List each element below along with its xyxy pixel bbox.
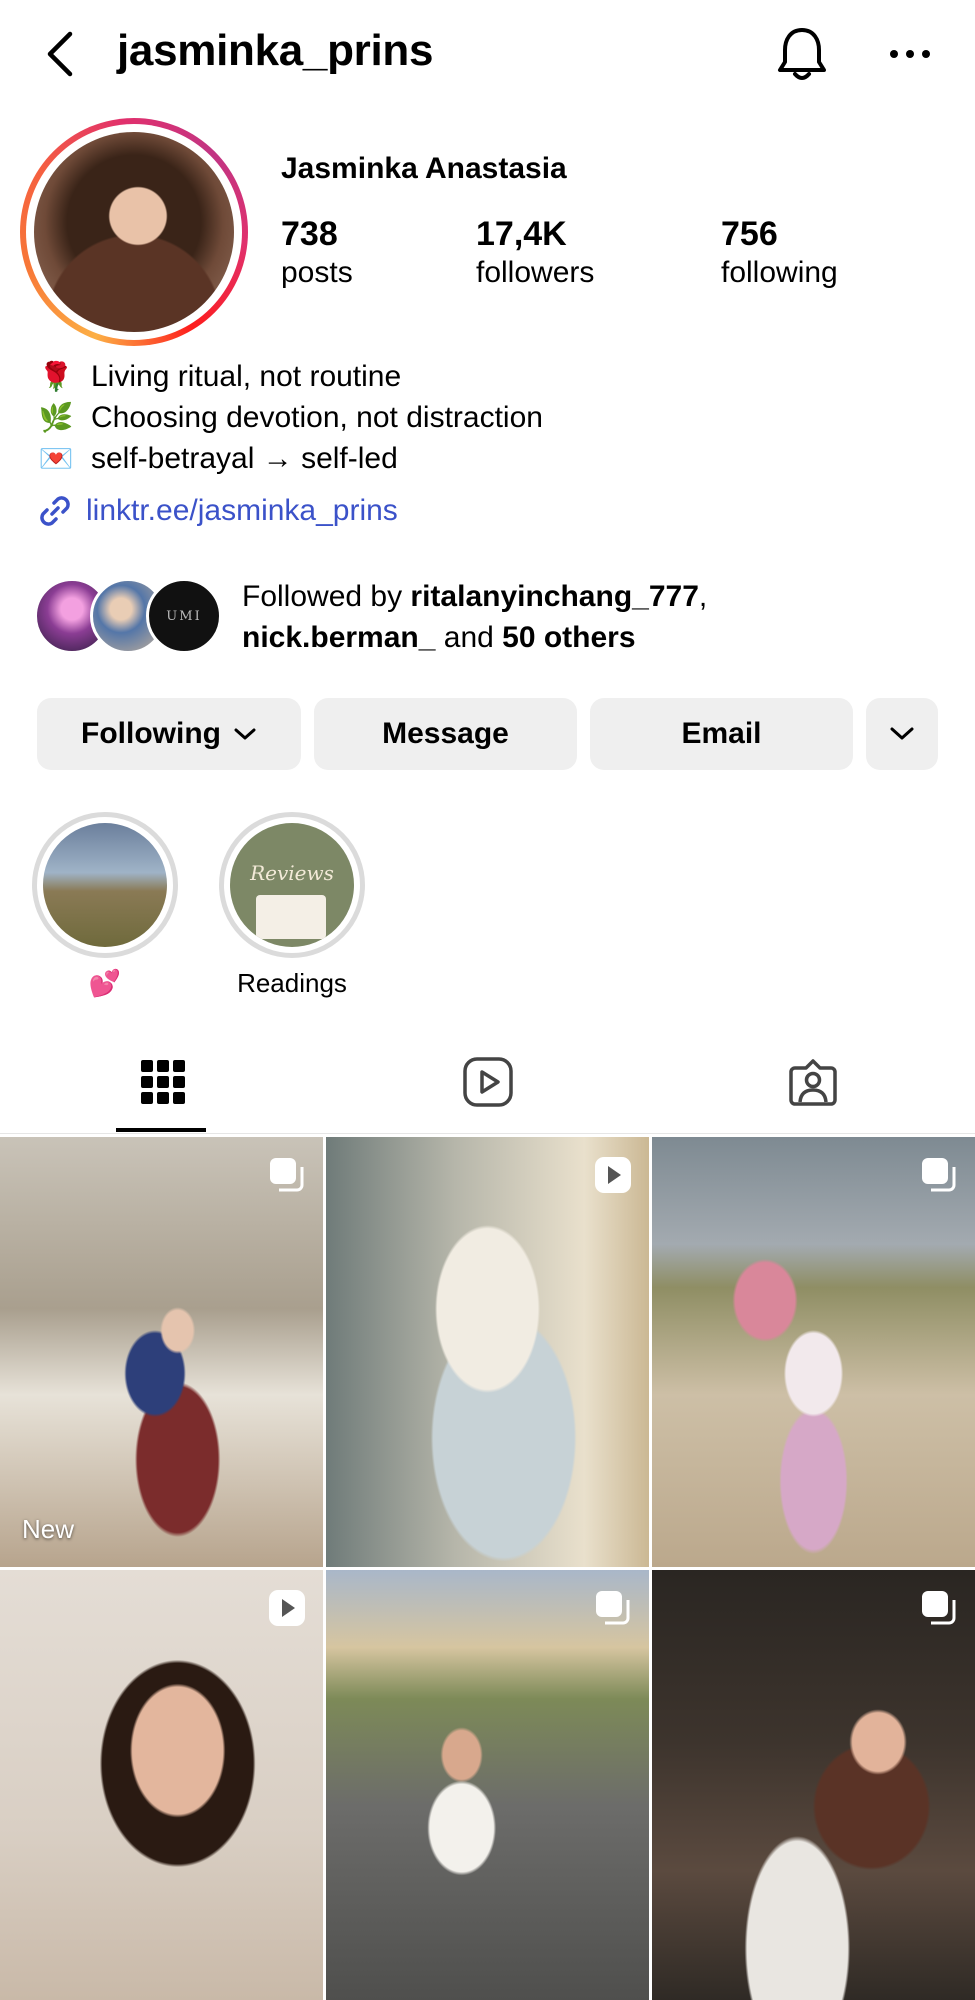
- suggested-accounts-button[interactable]: [866, 698, 938, 770]
- highlight-cover: [43, 823, 167, 947]
- herb-icon: 🌿: [38, 402, 74, 433]
- profile-link[interactable]: linktr.ee/jasminka_prins: [36, 492, 398, 530]
- mutual-others-link[interactable]: 50 others: [502, 621, 635, 654]
- tab-posts-grid[interactable]: [0, 1030, 325, 1134]
- post-thumbnail[interactable]: New: [0, 1137, 323, 1567]
- notification-bell-icon[interactable]: [772, 22, 832, 86]
- email-button[interactable]: Email: [590, 698, 853, 770]
- following-label: following: [721, 256, 838, 289]
- bio-line: 🌿 Choosing devotion, not distraction: [38, 397, 543, 438]
- followed-by-and: and: [435, 621, 503, 654]
- grid-icon: [140, 1060, 185, 1104]
- avatar: UMI: [146, 578, 222, 654]
- highlight-cover: Reviews: [230, 823, 354, 947]
- posts-grid: New: [0, 1137, 975, 2000]
- highlight-ring: [32, 812, 178, 958]
- posts-label: posts: [281, 256, 353, 289]
- link-icon: [40, 496, 70, 526]
- story-highlight[interactable]: Reviews Readings: [219, 812, 365, 999]
- tab-tagged[interactable]: [650, 1030, 975, 1134]
- carousel-icon: [922, 1591, 956, 1625]
- chevron-down-icon: [234, 728, 256, 740]
- post-thumbnail[interactable]: [326, 1570, 649, 2000]
- reviews-script-image: Reviews: [250, 861, 334, 885]
- bio-line: 🌹 Living ritual, not routine: [38, 356, 543, 397]
- story-highlight[interactable]: 💕: [32, 812, 178, 999]
- bio-text: Choosing devotion, not distraction: [91, 401, 543, 434]
- followers-label: followers: [476, 256, 595, 289]
- mutual-user-link[interactable]: nick.berman_: [242, 621, 435, 654]
- highlight-ring: Reviews: [219, 812, 365, 958]
- reel-icon: [269, 1590, 305, 1626]
- followed-by-prefix: Followed by: [242, 580, 411, 613]
- carousel-icon: [922, 1158, 956, 1192]
- following-button-label: Following: [81, 717, 221, 750]
- post-thumbnail[interactable]: [326, 1137, 649, 1567]
- mutual-followers-avatars[interactable]: UMI: [34, 578, 224, 656]
- tab-reels[interactable]: [325, 1030, 650, 1134]
- top-bar: jasminka_prins: [0, 0, 975, 110]
- highlight-label: Readings: [237, 968, 347, 998]
- profile-full-name: Jasminka Anastasia: [281, 152, 567, 185]
- bio-line: 💌 self-betrayal → self-led: [38, 438, 543, 479]
- post-thumbnail[interactable]: [0, 1570, 323, 2000]
- profile-username: jasminka_prins: [117, 26, 434, 75]
- followed-by-separator: ,: [698, 580, 708, 613]
- posts-stat[interactable]: 738 posts: [281, 215, 353, 290]
- profile-avatar[interactable]: [20, 118, 248, 346]
- avatar-photo: [34, 132, 234, 332]
- followers-stat[interactable]: 17,4K followers: [476, 215, 594, 290]
- reels-icon: [462, 1057, 513, 1107]
- love-letter-icon: 💌: [38, 443, 74, 474]
- more-options-icon[interactable]: [884, 34, 936, 74]
- message-button-label: Message: [382, 717, 509, 750]
- mutual-user-link[interactable]: ritalanyinchang_777: [410, 580, 698, 613]
- posts-count: 738: [281, 215, 338, 253]
- carousel-icon: [270, 1158, 304, 1192]
- followed-by-text[interactable]: Followed by ritalanyinchang_777, nick.be…: [242, 576, 707, 658]
- profile-bio: 🌹 Living ritual, not routine 🌿 Choosing …: [38, 356, 543, 479]
- back-icon[interactable]: [40, 26, 80, 82]
- highlight-label: 💕: [88, 968, 122, 998]
- active-tab-indicator: [116, 1128, 206, 1132]
- review-card-image: [256, 895, 326, 939]
- carousel-icon: [596, 1591, 630, 1625]
- bio-text: self-betrayal → self-led: [91, 442, 398, 475]
- post-thumbnail[interactable]: [652, 1137, 975, 1567]
- tagged-person-icon: [788, 1059, 837, 1106]
- following-button[interactable]: Following: [37, 698, 301, 770]
- profile-tabs: [0, 1030, 975, 1134]
- followers-count: 17,4K: [476, 215, 567, 253]
- profile-link-text: linktr.ee/jasminka_prins: [86, 494, 398, 527]
- post-thumbnail[interactable]: [652, 1570, 975, 2000]
- rose-icon: 🌹: [38, 361, 74, 392]
- bio-text: Living ritual, not routine: [91, 360, 402, 393]
- following-count: 756: [721, 215, 778, 253]
- following-stat[interactable]: 756 following: [721, 215, 838, 290]
- new-post-label: New: [22, 1514, 75, 1544]
- reel-icon: [595, 1157, 631, 1193]
- email-button-label: Email: [681, 717, 762, 750]
- message-button[interactable]: Message: [314, 698, 577, 770]
- chevron-down-icon: [890, 727, 914, 740]
